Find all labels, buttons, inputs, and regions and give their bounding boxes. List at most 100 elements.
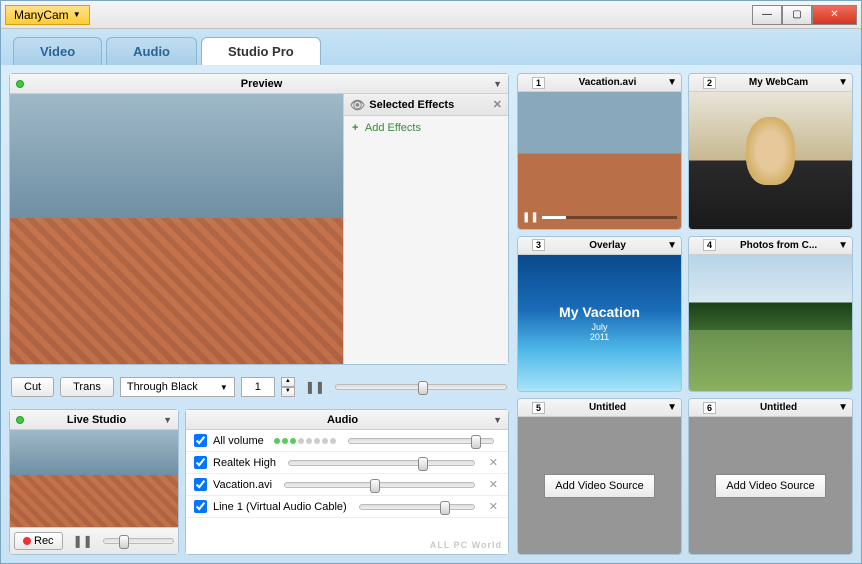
- live-studio-header: Live Studio ▼: [10, 410, 178, 430]
- plus-icon: +: [352, 122, 358, 134]
- audio-label: All volume: [213, 435, 264, 447]
- tab-audio[interactable]: Audio: [106, 37, 197, 65]
- audio-label: Vacation.avi: [213, 479, 272, 491]
- live-slider[interactable]: [103, 538, 174, 544]
- source-title: Vacation.avi: [548, 77, 667, 88]
- step-down-button[interactable]: ▼: [281, 387, 295, 397]
- pause-icon[interactable]: ❚❚: [301, 380, 329, 394]
- audio-checkbox[interactable]: [194, 456, 207, 469]
- audio-row: Line 1 (Virtual Audio Cable) ✕: [186, 496, 508, 518]
- preview-panel: Preview ▼ 👁 Selected Effects ✕ + Add Eff: [9, 73, 509, 365]
- status-dot-icon: [16, 80, 24, 88]
- chevron-down-icon[interactable]: ▼: [667, 402, 677, 413]
- status-dot-icon: [16, 416, 24, 424]
- audio-row: Realtek High ✕: [186, 452, 508, 474]
- close-icon[interactable]: ✕: [493, 98, 502, 111]
- tab-video[interactable]: Video: [13, 37, 102, 65]
- chevron-down-icon[interactable]: ▼: [667, 77, 677, 88]
- volume-slider[interactable]: [284, 482, 475, 488]
- chevron-down-icon[interactable]: ▼: [493, 415, 502, 425]
- chevron-down-icon[interactable]: ▼: [838, 402, 848, 413]
- audio-checkbox[interactable]: [194, 500, 207, 513]
- live-studio-title: Live Studio: [30, 414, 163, 426]
- source-1[interactable]: 1 Vacation.avi ▼ ❚❚: [517, 73, 682, 230]
- source-title: Untitled: [548, 402, 667, 413]
- status-dot-icon: [693, 242, 700, 249]
- audio-label: Realtek High: [213, 457, 276, 469]
- left-column: Preview ▼ 👁 Selected Effects ✕ + Add Eff: [9, 73, 509, 555]
- duration-stepper: ▲ ▼: [281, 377, 295, 397]
- source-thumbnail: [689, 92, 852, 229]
- minimize-button[interactable]: —: [752, 5, 782, 25]
- chevron-down-icon[interactable]: ▼: [838, 77, 848, 88]
- add-video-source-button[interactable]: Add Video Source: [715, 474, 825, 498]
- chevron-down-icon[interactable]: ▼: [493, 79, 502, 89]
- window-controls: — ▢ ✕: [752, 5, 857, 25]
- preview-video[interactable]: [10, 94, 343, 364]
- add-effects-button[interactable]: + Add Effects: [344, 116, 508, 140]
- preview-header: Preview ▼: [10, 74, 508, 94]
- source-4[interactable]: 4 Photos from C... ▼: [688, 236, 853, 393]
- cut-button[interactable]: Cut: [11, 377, 54, 397]
- chevron-down-icon[interactable]: ▼: [163, 415, 172, 425]
- tab-studio-pro[interactable]: Studio Pro: [201, 37, 321, 65]
- chevron-down-icon: ▼: [220, 383, 228, 392]
- record-icon: [23, 537, 31, 545]
- app-menu-button[interactable]: ManyCam ▼: [5, 5, 90, 25]
- remove-icon[interactable]: ✕: [487, 456, 500, 469]
- source-title: Untitled: [719, 402, 838, 413]
- chevron-down-icon: ▼: [73, 10, 81, 19]
- status-dot-icon: [522, 404, 529, 411]
- source-header: 5 Untitled ▼: [518, 399, 681, 417]
- source-thumbnail: [518, 92, 681, 229]
- overlay-year: 2011: [590, 332, 609, 342]
- effects-title: Selected Effects: [369, 99, 454, 111]
- volume-slider[interactable]: [288, 460, 475, 466]
- source-header: 1 Vacation.avi ▼: [518, 74, 681, 92]
- live-studio-video[interactable]: [10, 430, 178, 527]
- chevron-down-icon[interactable]: ▼: [838, 240, 848, 251]
- chevron-down-icon[interactable]: ▼: [667, 240, 677, 251]
- close-button[interactable]: ✕: [812, 5, 857, 25]
- pause-icon[interactable]: ❚❚: [69, 534, 97, 548]
- source-header: 2 My WebCam ▼: [689, 74, 852, 92]
- audio-checkbox[interactable]: [194, 478, 207, 491]
- volume-slider[interactable]: [348, 438, 494, 444]
- source-title: Overlay: [548, 240, 667, 251]
- volume-slider[interactable]: [359, 504, 475, 510]
- remove-icon[interactable]: ✕: [487, 478, 500, 491]
- source-number: 6: [703, 402, 716, 414]
- preview-title: Preview: [30, 78, 493, 90]
- source-2[interactable]: 2 My WebCam ▼: [688, 73, 853, 230]
- pause-icon[interactable]: ❚❚: [522, 212, 539, 223]
- source-5[interactable]: 5 Untitled ▼ Add Video Source: [517, 398, 682, 555]
- source-title: Photos from C...: [719, 240, 838, 251]
- add-video-source-button[interactable]: Add Video Source: [544, 474, 654, 498]
- tabs-bar: Video Audio Studio Pro: [1, 29, 861, 65]
- progress-track[interactable]: [542, 216, 677, 219]
- status-dot-icon: [522, 242, 529, 249]
- step-up-button[interactable]: ▲: [281, 377, 295, 387]
- duration-input[interactable]: [241, 377, 275, 397]
- source-grid: 1 Vacation.avi ▼ ❚❚: [517, 73, 853, 555]
- transition-select[interactable]: Through Black ▼: [120, 377, 235, 397]
- status-dot-icon: [522, 79, 529, 86]
- maximize-button[interactable]: ▢: [782, 5, 812, 25]
- source-3[interactable]: 3 Overlay ▼ My Vacation July 2011: [517, 236, 682, 393]
- audio-checkbox[interactable]: [194, 434, 207, 447]
- record-button[interactable]: Rec: [14, 532, 63, 550]
- add-effects-label: Add Effects: [365, 122, 421, 134]
- source-body: ❚❚: [518, 92, 681, 229]
- source-number: 3: [532, 239, 545, 251]
- source-number: 4: [703, 239, 716, 251]
- audio-header: Audio ▼: [186, 410, 508, 430]
- source-6[interactable]: 6 Untitled ▼ Add Video Source: [688, 398, 853, 555]
- trans-button[interactable]: Trans: [60, 377, 114, 397]
- lower-row: Live Studio ▼ Rec ❚❚ A: [9, 409, 509, 555]
- source-body: Add Video Source: [689, 417, 852, 554]
- remove-icon[interactable]: ✕: [487, 500, 500, 513]
- audio-row: Vacation.avi ✕: [186, 474, 508, 496]
- preview-slider[interactable]: [335, 384, 507, 390]
- record-label: Rec: [34, 535, 54, 547]
- source-number: 5: [532, 402, 545, 414]
